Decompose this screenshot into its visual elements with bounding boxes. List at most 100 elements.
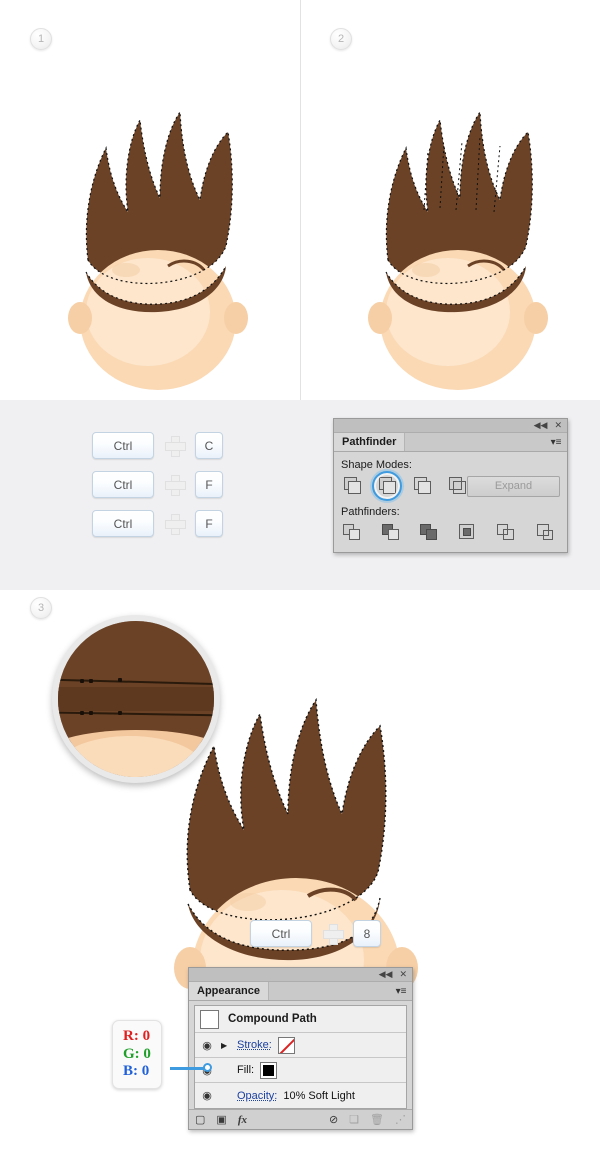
expand-triangle-icon[interactable]: ▶ [221, 1041, 231, 1050]
zoom-detail-magnifier [52, 615, 220, 783]
step-badge-3: 3 [30, 597, 52, 619]
anchor-point [118, 678, 122, 682]
shape-mode-unite-button[interactable] [341, 475, 362, 497]
pathfinder-titlebar: ◀◀ ✕ [334, 419, 567, 433]
key-f-1[interactable]: F [195, 471, 223, 498]
rgb-b-value: 0 [141, 1063, 150, 1080]
tab-appearance[interactable]: Appearance [189, 982, 269, 1000]
anchor-point [80, 679, 84, 683]
close-icon[interactable]: ✕ [554, 421, 562, 430]
delete-icon[interactable]: 🗑 [370, 1113, 384, 1126]
plus-icon-1 [165, 436, 186, 457]
callout-connector-dot [203, 1063, 212, 1072]
pathfinder-outline-button[interactable] [495, 522, 521, 544]
duplicate-icon[interactable]: ❏ [349, 1113, 359, 1126]
appearance-panel: ◀◀ ✕ Appearance ▾≡ Compound Path ◉ ▶ Str… [188, 967, 413, 1130]
magnifier-hair-shadow [58, 686, 214, 712]
fill-swatch-black-icon[interactable] [260, 1061, 278, 1079]
anchor-point [89, 711, 93, 715]
appearance-row-opacity[interactable]: ◉ Opacity: 10% Soft Light [195, 1083, 406, 1108]
anchor-point [80, 711, 84, 715]
new-fill-icon[interactable]: ▣ [216, 1113, 226, 1126]
shape-mode-intersect-button[interactable] [411, 475, 432, 497]
key-ctrl-2[interactable]: Ctrl [92, 471, 154, 498]
anchor-point [89, 679, 93, 683]
tab-pathfinder[interactable]: Pathfinder [334, 433, 406, 451]
rgb-red-line: R: 0 [123, 1028, 151, 1046]
key-8[interactable]: 8 [353, 920, 381, 947]
rgb-color-callout: R: 0 G: 0 B: 0 [112, 1020, 162, 1090]
step-badge-2: 2 [330, 28, 352, 50]
close-icon[interactable]: ✕ [399, 970, 407, 979]
fx-icon[interactable]: fx [238, 1114, 247, 1126]
appearance-footer-toolbar: ▢ ▣ fx ⊘ ❏ 🗑 ⋰ [189, 1109, 412, 1129]
appearance-row-fill[interactable]: ◉ Fill: [195, 1058, 406, 1083]
pathfinder-crop-button[interactable] [457, 522, 483, 544]
plus-icon-3 [165, 514, 186, 535]
shape-mode-minus-front-button[interactable] [371, 471, 402, 501]
fill-label[interactable]: Fill: [237, 1064, 254, 1076]
rgb-r-value: 0 [142, 1028, 151, 1044]
rgb-green-line: G: 0 [123, 1046, 151, 1064]
new-stroke-icon[interactable]: ▢ [195, 1113, 205, 1126]
stroke-swatch-none-icon[interactable] [277, 1036, 295, 1054]
pathfinder-tabrow: Pathfinder ▾≡ [334, 433, 567, 452]
rgb-g-value: 0 [143, 1045, 151, 1062]
shortcuts-and-pathfinder-area: Ctrl C Ctrl F Ctrl F ◀◀ ✕ Pathfinder ▾≡ … [0, 400, 600, 590]
key-ctrl-1[interactable]: Ctrl [92, 432, 154, 459]
pathfinder-trim-button[interactable] [380, 522, 406, 544]
rgb-blue-line: B: 0 [123, 1063, 151, 1081]
opacity-value: 10% Soft Light [283, 1089, 355, 1102]
shortcut-row-make-compound-path: Ctrl 8 [250, 920, 381, 947]
pathfinders-row [341, 522, 560, 544]
pathfinder-panel: ◀◀ ✕ Pathfinder ▾≡ Shape Modes: Expand P… [333, 418, 568, 553]
panel-menu-icon[interactable]: ▾≡ [390, 982, 412, 1000]
selected-ring-indicator [371, 471, 402, 501]
pathfinder-minus-back-button[interactable] [534, 522, 560, 544]
panel-menu-icon[interactable]: ▾≡ [545, 433, 567, 451]
pathfinder-divide-button[interactable] [341, 522, 367, 544]
step-1-2-panel-area: 1 2 [0, 0, 600, 400]
rgb-b-label: B: [123, 1063, 138, 1080]
collapse-icon[interactable]: ◀◀ [379, 970, 393, 979]
key-f-2[interactable]: F [195, 510, 223, 537]
collapse-icon[interactable]: ◀◀ [534, 421, 548, 430]
step-3-area: 3 Ctrl 8 ◀◀ ✕ Appearance ▾≡ Compound Pat… [0, 590, 600, 1155]
step-badge-1: 1 [30, 28, 52, 50]
pathfinder-merge-button[interactable] [418, 522, 444, 544]
object-thumbnail [200, 1009, 219, 1029]
stroke-label[interactable]: Stroke: [237, 1039, 272, 1051]
key-ctrl-4[interactable]: Ctrl [250, 920, 312, 947]
appearance-attribute-list: Compound Path ◉ ▶ Stroke: ◉ Fill: ◉ [194, 1005, 407, 1109]
appearance-object-row[interactable]: Compound Path [195, 1006, 406, 1033]
anchor-point [118, 711, 122, 715]
character-illustration-step1 [68, 110, 248, 390]
resize-grip-icon[interactable]: ⋰ [395, 1113, 406, 1126]
rgb-r-label: R: [123, 1028, 139, 1044]
shortcut-row-paste-front-1: Ctrl F [92, 471, 223, 498]
appearance-titlebar: ◀◀ ✕ [189, 968, 412, 982]
clear-appearance-icon[interactable]: ⊘ [329, 1113, 338, 1126]
shape-mode-exclude-button[interactable] [446, 475, 467, 497]
expand-button[interactable]: Expand [466, 475, 560, 497]
pathfinders-label: Pathfinders: [341, 506, 400, 518]
key-ctrl-3[interactable]: Ctrl [92, 510, 154, 537]
object-type-label: Compound Path [228, 1013, 317, 1025]
character-illustration-step2 [368, 110, 548, 390]
keyboard-shortcut-list: Ctrl C Ctrl F Ctrl F [92, 432, 223, 537]
visibility-eye-icon[interactable]: ◉ [199, 1039, 215, 1052]
panel-vertical-divider [300, 0, 301, 400]
rgb-g-label: G: [123, 1045, 140, 1062]
plus-icon-4 [323, 924, 344, 945]
pathfinder-body: Shape Modes: Expand Pathfinders: [334, 452, 567, 552]
shape-modes-row: Expand [341, 471, 560, 501]
key-c[interactable]: C [195, 432, 223, 459]
visibility-eye-icon[interactable]: ◉ [199, 1089, 215, 1102]
opacity-label[interactable]: Opacity: [237, 1090, 277, 1102]
shape-modes-label: Shape Modes: [341, 459, 412, 471]
tabrow-filler [269, 982, 390, 1000]
tabrow-filler [405, 433, 545, 451]
plus-icon-2 [165, 475, 186, 496]
appearance-row-stroke[interactable]: ◉ ▶ Stroke: [195, 1033, 406, 1058]
shortcut-row-copy: Ctrl C [92, 432, 223, 459]
